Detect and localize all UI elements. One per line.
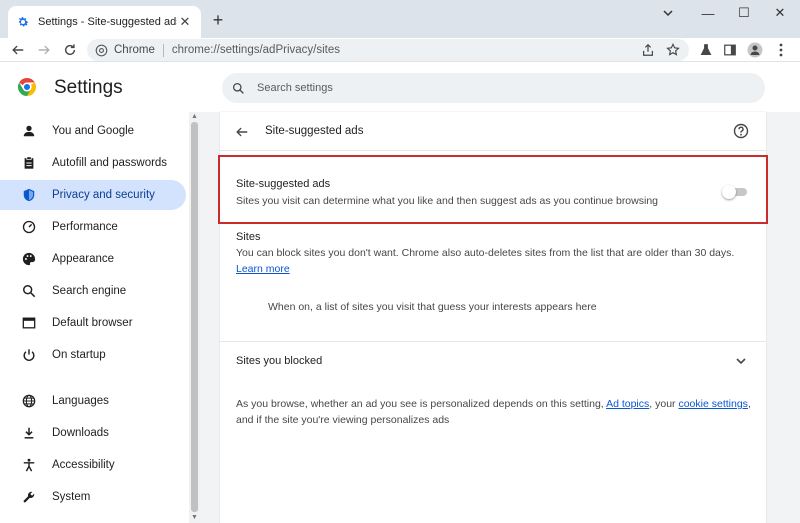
tab-title: Settings - Site-suggested ads (38, 16, 177, 28)
sidebar-item-label: Default browser (52, 317, 133, 329)
settings-header: Settings Search settings (0, 63, 800, 111)
address-bar[interactable]: Chrome chrome://settings/adPrivacy/sites (87, 39, 689, 61)
sidebar-item-system[interactable]: System (0, 482, 186, 512)
search-settings-input[interactable]: Search settings (222, 73, 765, 103)
cookie-settings-link[interactable]: cookie settings (678, 398, 747, 410)
labs-icon[interactable] (697, 41, 715, 59)
footer-text-part: As you browse, whether an ad you see is … (236, 398, 604, 410)
toggle-row-title: Site-suggested ads (236, 178, 331, 190)
chevron-down-icon[interactable] (733, 353, 749, 369)
sidebar-item-you-and-google[interactable]: You and Google (0, 116, 186, 146)
scroll-down-arrow-icon[interactable]: ▼ (189, 513, 200, 522)
reload-button[interactable] (60, 40, 80, 60)
scrollbar-thumb[interactable] (191, 122, 198, 512)
forward-button[interactable] (34, 40, 54, 60)
clipboard-icon (21, 155, 37, 171)
power-icon (21, 347, 37, 363)
footer-text-part: and if the site you're viewing personali… (236, 414, 450, 426)
url-text[interactable]: chrome://settings/adPrivacy/sites (172, 44, 340, 56)
new-tab-button[interactable]: + (209, 11, 227, 29)
sidebar-item-on-startup[interactable]: On startup (0, 340, 186, 370)
sidebar-item-autofill[interactable]: Autofill and passwords (0, 148, 186, 178)
tab-strip: Settings - Site-suggested ads ✕ + — ☐ ✕ (0, 0, 800, 38)
sidebar-item-search-engine[interactable]: Search engine (0, 276, 186, 306)
sidebar-item-label: Autofill and passwords (52, 157, 168, 169)
sidebar-item-label: Privacy and security (52, 189, 155, 201)
sidebar-item-performance[interactable]: Performance (0, 212, 186, 242)
site-info[interactable]: Chrome (95, 44, 155, 57)
sidebar-item-label: Appearance (52, 253, 115, 265)
profile-icon[interactable] (746, 41, 764, 59)
sidebar-scrollbar[interactable]: ▲ ▼ (189, 112, 200, 523)
back-arrow-icon[interactable] (234, 124, 250, 140)
sidebar-item-label: Accessibility (52, 459, 115, 471)
toggle-knob (722, 185, 736, 199)
chrome-logo-icon (17, 78, 37, 96)
sidebar-item-default-browser[interactable]: Default browser (0, 308, 186, 338)
ad-topics-link[interactable]: Ad topics (606, 398, 649, 410)
site-label: Chrome (114, 44, 155, 56)
sidebar-item-label: Performance (52, 221, 118, 233)
toggle-row-description: Sites you visit can determine what you l… (236, 195, 658, 207)
search-icon (232, 82, 244, 94)
back-button[interactable] (8, 40, 28, 60)
globe-icon (21, 393, 37, 409)
header-divider (220, 150, 766, 151)
menu-icon[interactable] (772, 41, 790, 59)
search-icon (21, 283, 37, 299)
search-placeholder: Search settings (257, 82, 333, 94)
person-icon (21, 123, 37, 139)
sites-blocked-title[interactable]: Sites you blocked (236, 355, 322, 367)
sites-description: You can block sites you don't want. Chro… (236, 247, 735, 259)
browser-tab[interactable]: Settings - Site-suggested ads ✕ (8, 6, 201, 38)
help-icon[interactable] (733, 123, 749, 139)
sites-empty-note: When on, a list of sites you visit that … (268, 301, 597, 313)
footer-text-part: , your (649, 398, 676, 410)
chrome-icon (95, 44, 108, 56)
wrench-icon (21, 489, 37, 505)
star-icon[interactable] (664, 41, 682, 59)
page-title: Settings (54, 77, 123, 98)
close-tab-icon[interactable]: ✕ (177, 14, 193, 30)
sidebar-item-label: You and Google (52, 125, 135, 137)
maximize-button[interactable]: ☐ (726, 0, 762, 26)
tab-search-chevron-icon[interactable] (650, 0, 686, 26)
footer-text-part: , (747, 398, 751, 410)
sidebar-item-appearance[interactable]: Appearance (0, 244, 186, 274)
browser-toolbar: Chrome chrome://settings/adPrivacy/sites (0, 38, 800, 62)
download-icon (21, 425, 37, 441)
window-close-button[interactable]: ✕ (762, 0, 798, 26)
speedometer-icon (21, 219, 37, 235)
settings-sidebar: You and Google Autofill and passwords Pr… (0, 112, 200, 523)
gear-icon (16, 15, 30, 29)
sidebar-item-label: Search engine (52, 285, 127, 297)
sidebar-item-label: On startup (52, 349, 106, 361)
sidebar-item-label: Languages (52, 395, 109, 407)
scroll-up-arrow-icon[interactable]: ▲ (189, 112, 200, 121)
sites-section-title: Sites (236, 231, 261, 243)
section-divider (220, 341, 766, 342)
subpage-title: Site-suggested ads (265, 125, 364, 137)
sidebar-item-languages[interactable]: Languages (0, 386, 186, 416)
side-panel-icon[interactable] (721, 41, 739, 59)
minimize-button[interactable]: — (690, 0, 726, 26)
share-icon[interactable] (639, 41, 657, 59)
omnibox-divider (162, 43, 164, 57)
site-suggested-ads-toggle[interactable] (722, 185, 749, 199)
palette-icon (21, 251, 37, 267)
browser-icon (21, 315, 37, 331)
sidebar-item-downloads[interactable]: Downloads (0, 418, 186, 448)
learn-more-link[interactable]: Learn more (236, 263, 290, 275)
shield-icon (21, 187, 37, 203)
sidebar-item-privacy-and-security[interactable]: Privacy and security (0, 180, 186, 210)
sidebar-item-accessibility[interactable]: Accessibility (0, 450, 186, 480)
accessibility-icon (21, 457, 37, 473)
sidebar-item-label: Downloads (52, 427, 109, 439)
footer-note: As you browse, whether an ad you see is … (236, 396, 756, 428)
sidebar-item-label: System (52, 491, 91, 503)
